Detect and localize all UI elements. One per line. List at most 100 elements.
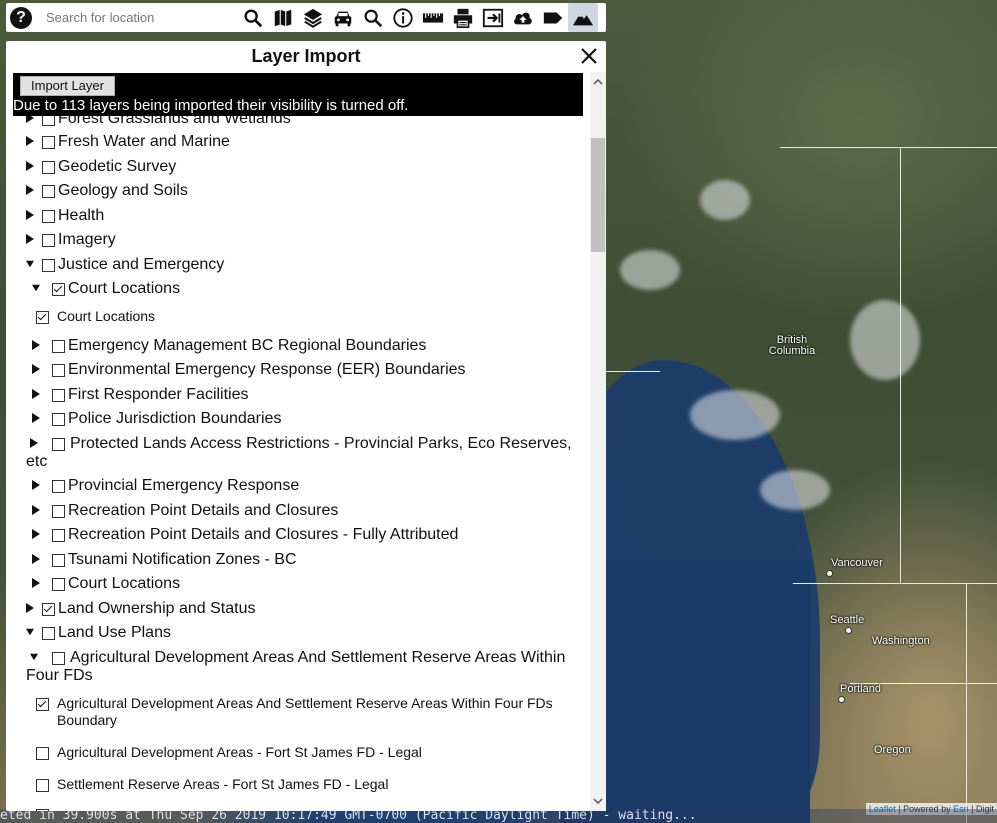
- layer-row[interactable]: Protected Lands Access Restrictions - Pr…: [26, 435, 582, 471]
- layer-checkbox[interactable]: [42, 185, 55, 198]
- layer-checkbox[interactable]: [52, 340, 65, 353]
- layer-checkbox[interactable]: [42, 259, 55, 272]
- layer-row[interactable]: Court Locations: [30, 280, 584, 298]
- caret-right-icon[interactable]: [30, 435, 42, 451]
- layer-label: Protected Lands Access Restrictions - Pr…: [26, 435, 572, 470]
- layer-checkbox[interactable]: [52, 413, 65, 426]
- caret-right-icon[interactable]: [24, 600, 36, 616]
- ruler-icon[interactable]: [418, 3, 448, 32]
- layer-checkbox[interactable]: [52, 554, 65, 567]
- help-icon[interactable]: ?: [10, 6, 32, 29]
- layer-row[interactable]: Geodetic Survey: [24, 158, 584, 176]
- layer-checkbox[interactable]: [42, 136, 55, 149]
- caret-right-icon[interactable]: [30, 410, 42, 426]
- layer-checkbox[interactable]: [52, 438, 65, 451]
- layer-row[interactable]: Court Locations: [30, 575, 584, 593]
- place-label: Seattle: [830, 614, 865, 626]
- caret-down-icon[interactable]: [30, 649, 42, 665]
- layer-checkbox[interactable]: [36, 809, 49, 811]
- caret-right-icon[interactable]: [30, 337, 42, 353]
- map-icon[interactable]: [268, 3, 298, 32]
- layer-row[interactable]: Agricultural Development Areas And Settl…: [26, 649, 582, 685]
- layer-checkbox[interactable]: [52, 652, 65, 665]
- layer-checkbox[interactable]: [36, 311, 49, 324]
- scroll-up-icon[interactable]: [590, 74, 606, 90]
- caret-right-icon[interactable]: [30, 551, 42, 567]
- print-icon[interactable]: [448, 3, 478, 32]
- caret-down-icon[interactable]: [24, 256, 36, 272]
- layer-checkbox[interactable]: [42, 627, 55, 640]
- layer-row[interactable]: Emergency Management BC Regional Boundar…: [30, 337, 584, 355]
- layer-checkbox[interactable]: [36, 698, 49, 711]
- layer-label: Imagery: [58, 231, 116, 248]
- export-icon[interactable]: [478, 3, 508, 32]
- layer-row[interactable]: Court Locations: [36, 308, 584, 325]
- layer-label: Geodetic Survey: [58, 158, 177, 175]
- layer-row[interactable]: Tsunami Notification Zones - BC: [30, 551, 584, 569]
- caret-down-icon[interactable]: [24, 624, 36, 640]
- close-icon[interactable]: [579, 46, 599, 66]
- caret-right-icon[interactable]: [24, 231, 36, 247]
- layer-checkbox[interactable]: [42, 234, 55, 247]
- import-notice: Import Layer Due to 113 layers being imp…: [13, 73, 583, 116]
- caret-right-icon[interactable]: [24, 158, 36, 174]
- caret-right-icon[interactable]: [30, 386, 42, 402]
- magnifier-icon[interactable]: [358, 3, 388, 32]
- caret-right-icon[interactable]: [24, 207, 36, 223]
- layer-checkbox[interactable]: [36, 747, 49, 760]
- search-icon[interactable]: [238, 3, 268, 32]
- layer-row[interactable]: Police Jurisdiction Boundaries: [30, 410, 584, 428]
- layer-row[interactable]: Recreation Point Details and Closures: [30, 502, 584, 520]
- layer-checkbox[interactable]: [52, 578, 65, 591]
- caret-right-icon[interactable]: [30, 361, 42, 377]
- layer-checkbox[interactable]: [42, 603, 55, 616]
- scroll-thumb[interactable]: [591, 138, 605, 252]
- layer-row[interactable]: Health: [24, 207, 584, 225]
- layer-checkbox[interactable]: [52, 283, 65, 296]
- caret-right-icon[interactable]: [24, 133, 36, 149]
- layer-row[interactable]: Land Use Plans: [24, 624, 584, 642]
- tag-icon[interactable]: [538, 3, 568, 32]
- layer-label: Police Jurisdiction Boundaries: [68, 410, 282, 427]
- caret-down-icon[interactable]: [30, 280, 42, 296]
- layer-row[interactable]: Imagery: [24, 231, 584, 249]
- layer-row[interactable]: Agricultural Development Areas - Fort St…: [36, 744, 584, 761]
- scrollbar[interactable]: [590, 72, 606, 811]
- layer-checkbox[interactable]: [36, 779, 49, 792]
- caret-right-icon[interactable]: [24, 182, 36, 198]
- caret-right-icon[interactable]: [30, 526, 42, 542]
- place-label: Vancouver: [831, 557, 883, 569]
- layer-row[interactable]: Provincial Emergency Response: [30, 477, 584, 495]
- mountain-icon[interactable]: [568, 3, 598, 32]
- layer-row[interactable]: Agricultural Development Areas And Settl…: [36, 695, 584, 729]
- car-icon[interactable]: [328, 3, 358, 32]
- layers-icon[interactable]: [298, 3, 328, 32]
- layer-row[interactable]: Environmental Emergency Response (EER) B…: [30, 361, 584, 379]
- layer-row[interactable]: Land Ownership and Status: [24, 600, 584, 618]
- layer-checkbox[interactable]: [52, 505, 65, 518]
- layer-checkbox[interactable]: [42, 161, 55, 174]
- layer-checkbox[interactable]: [52, 480, 65, 493]
- caret-right-icon[interactable]: [30, 575, 42, 591]
- layer-row[interactable]: [36, 806, 584, 811]
- search-input[interactable]: [44, 9, 238, 26]
- caret-right-icon[interactable]: [30, 502, 42, 518]
- city-marker: [845, 627, 852, 634]
- layer-row[interactable]: Geology and Soils: [24, 182, 584, 200]
- info-icon[interactable]: [388, 3, 418, 32]
- layer-row[interactable]: Settlement Reserve Areas - Fort St James…: [36, 776, 584, 793]
- layer-checkbox[interactable]: [52, 364, 65, 377]
- scroll-down-icon[interactable]: [590, 793, 606, 809]
- place-label: British Columbia: [768, 334, 816, 357]
- layer-checkbox[interactable]: [52, 529, 65, 542]
- caret-right-icon[interactable]: [30, 477, 42, 493]
- layer-row[interactable]: Recreation Point Details and Closures - …: [30, 526, 584, 544]
- layer-checkbox[interactable]: [42, 210, 55, 223]
- import-layer-button[interactable]: Import Layer: [20, 76, 115, 96]
- layer-row[interactable]: First Responder Facilities: [30, 386, 584, 404]
- layer-row[interactable]: Justice and Emergency: [24, 256, 584, 274]
- upload-cloud-icon[interactable]: [508, 3, 538, 32]
- snow-area: [850, 300, 920, 380]
- layer-checkbox[interactable]: [52, 389, 65, 402]
- layer-row[interactable]: Fresh Water and Marine: [24, 133, 584, 151]
